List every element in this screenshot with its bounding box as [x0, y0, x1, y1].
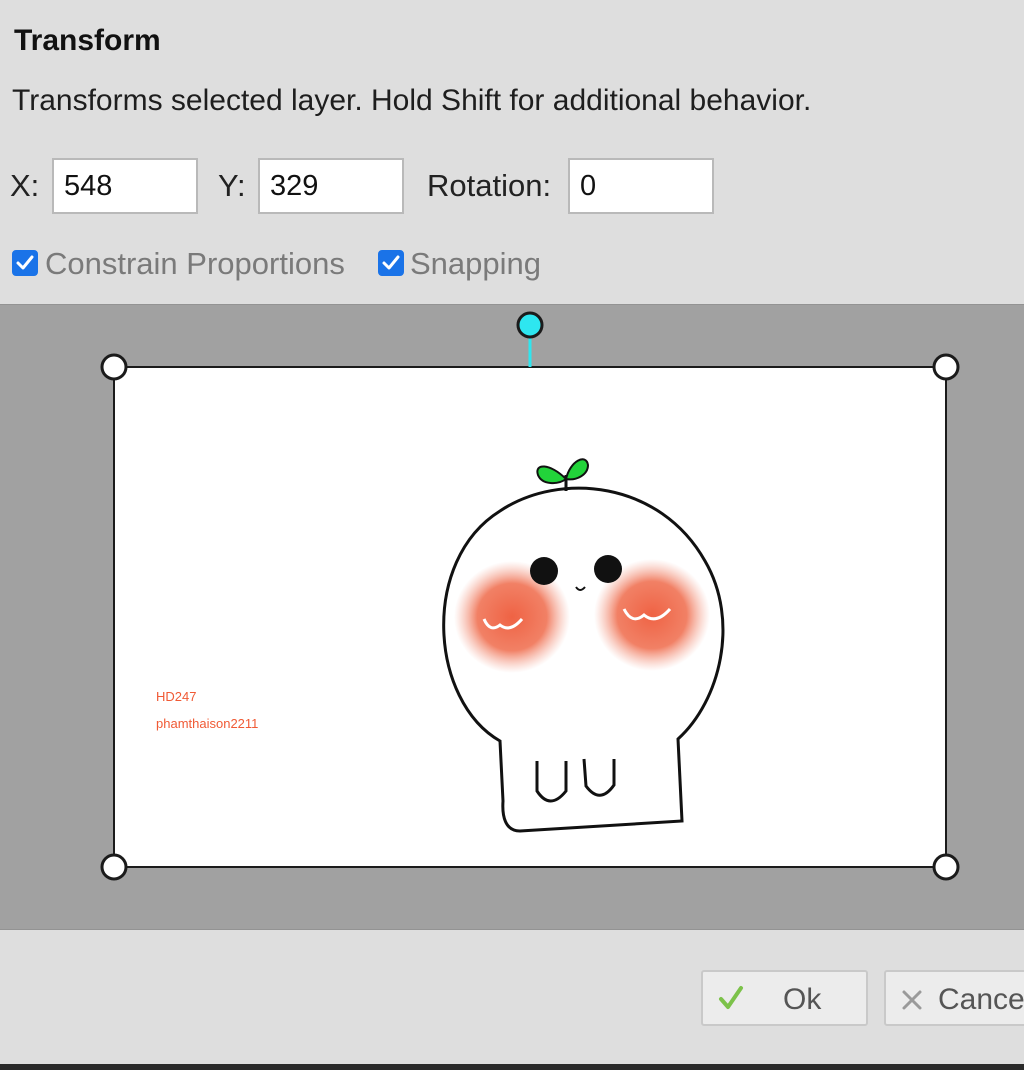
checkmark-icon — [382, 255, 400, 270]
rotation-handle[interactable] — [516, 311, 544, 339]
transform-fields: X: Y: Rotation: — [0, 158, 1024, 218]
cancel-button[interactable]: Cance — [884, 970, 1024, 1026]
options-row: Constrain Proportions Snapping — [10, 246, 1010, 282]
constrain-proportions-checkbox[interactable] — [12, 250, 38, 276]
dialog-description: Transforms selected layer. Hold Shift fo… — [12, 84, 812, 117]
watermark-line1: HD247 — [156, 689, 196, 704]
snapping-label[interactable]: Snapping — [410, 246, 541, 282]
checkmark-icon — [717, 984, 745, 1020]
watermark-line2: phamthaison2211 — [156, 716, 258, 731]
y-input[interactable] — [258, 158, 404, 214]
preview-canvas: HD247 phamthaison2211 — [100, 311, 960, 881]
transform-dialog: Transform Transforms selected layer. Hol… — [0, 0, 1024, 1070]
dialog-footer: Ok Cance — [0, 930, 1024, 1070]
resize-handle-top-right[interactable] — [932, 353, 960, 381]
left-eye — [530, 557, 558, 585]
close-icon — [900, 986, 924, 1020]
ok-button[interactable]: Ok — [701, 970, 868, 1026]
checkmark-icon — [16, 255, 34, 270]
resize-handle-bottom-right[interactable] — [932, 853, 960, 881]
x-input[interactable] — [52, 158, 198, 214]
snapping-checkbox[interactable] — [378, 250, 404, 276]
transform-preview-area: HD247 phamthaison2211 — [0, 304, 1024, 930]
ok-label: Ok — [783, 983, 822, 1016]
rotation-input[interactable] — [568, 158, 714, 214]
y-label: Y: — [218, 168, 246, 203]
dialog-title: Transform — [14, 24, 161, 57]
constrain-proportions-label[interactable]: Constrain Proportions — [45, 246, 345, 282]
bottom-edge — [0, 1064, 1024, 1070]
rotation-label: Rotation: — [427, 168, 552, 203]
resize-handle-top-left[interactable] — [100, 353, 128, 381]
resize-handle-bottom-left[interactable] — [100, 853, 128, 881]
x-label: X: — [10, 168, 40, 203]
right-eye — [594, 555, 622, 583]
cancel-label: Cance — [938, 983, 1024, 1016]
